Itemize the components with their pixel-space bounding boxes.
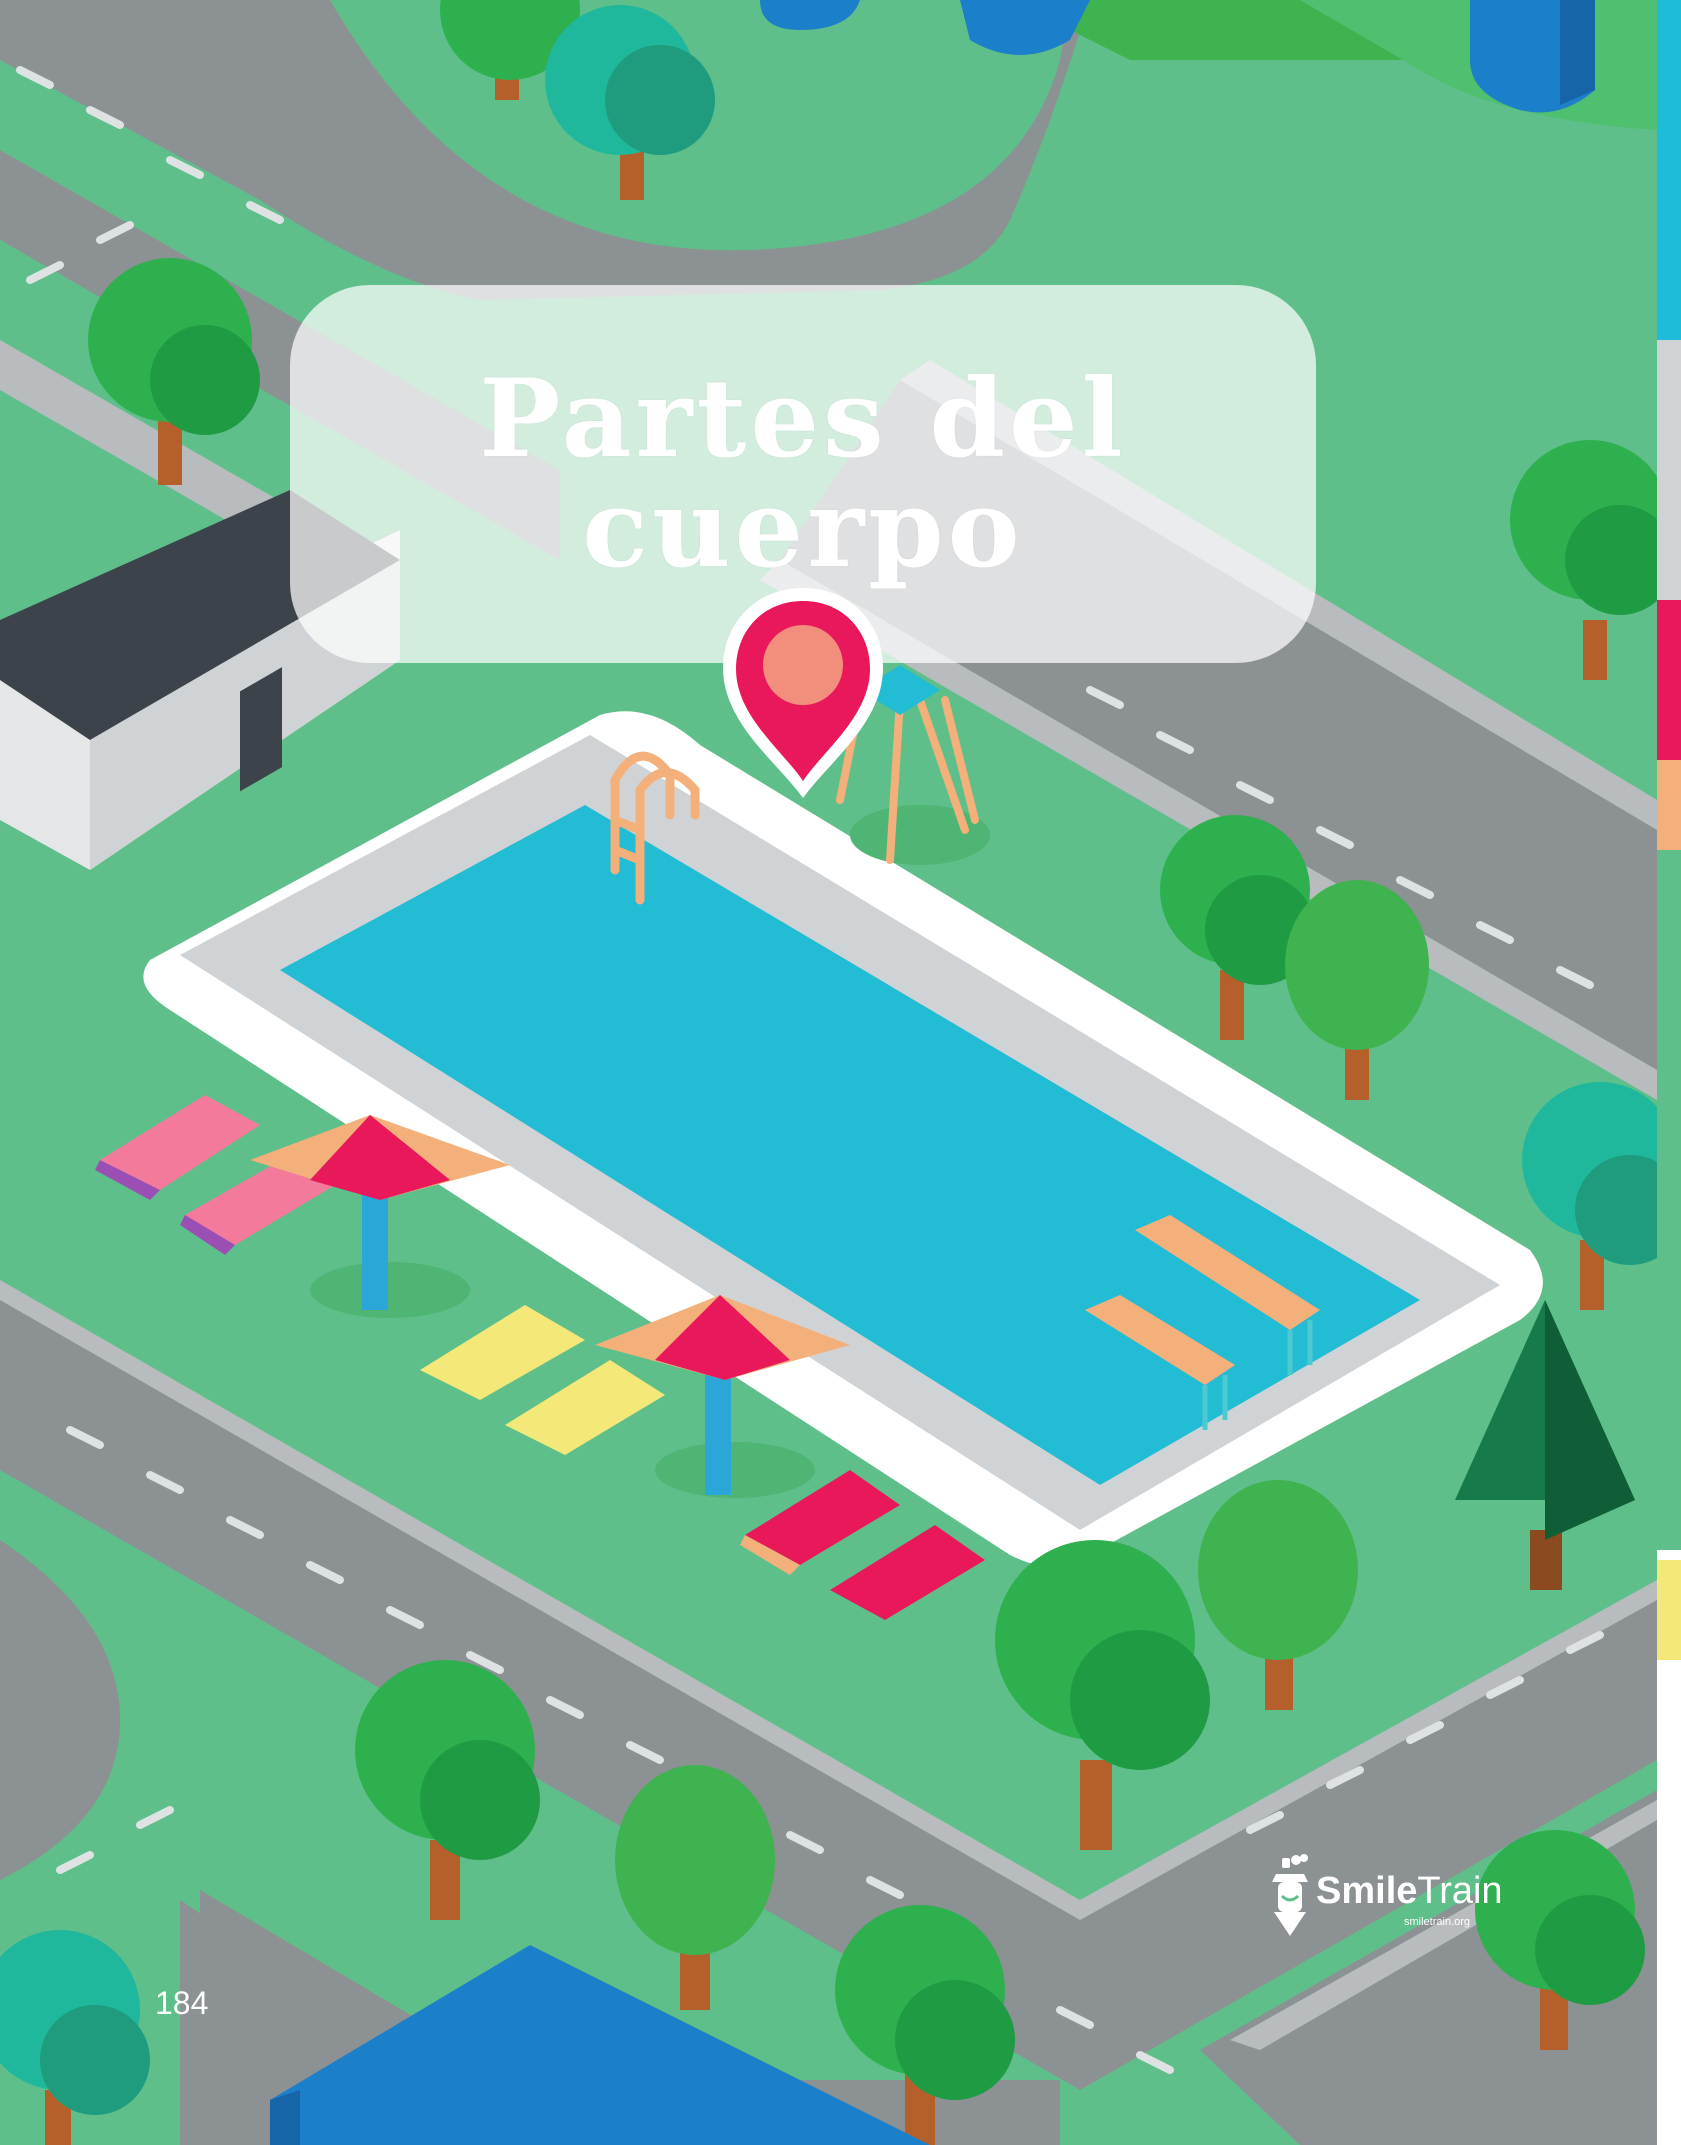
smile-train-logo: SmileTrain smiletrain.org [1268,1852,1503,1942]
smile-train-logo-icon [1272,1854,1308,1936]
page-title-line-1: Partes del [479,356,1127,482]
logo-wordmark: SmileTrain [1316,1870,1503,1912]
logo-url: smiletrain.org [1404,1916,1471,1928]
location-pin-icon [723,588,883,798]
page-number: 184 [155,1985,209,2021]
page-edge-stripe [1657,0,1681,2145]
page-title-line-2: cuerpo [582,466,1024,592]
